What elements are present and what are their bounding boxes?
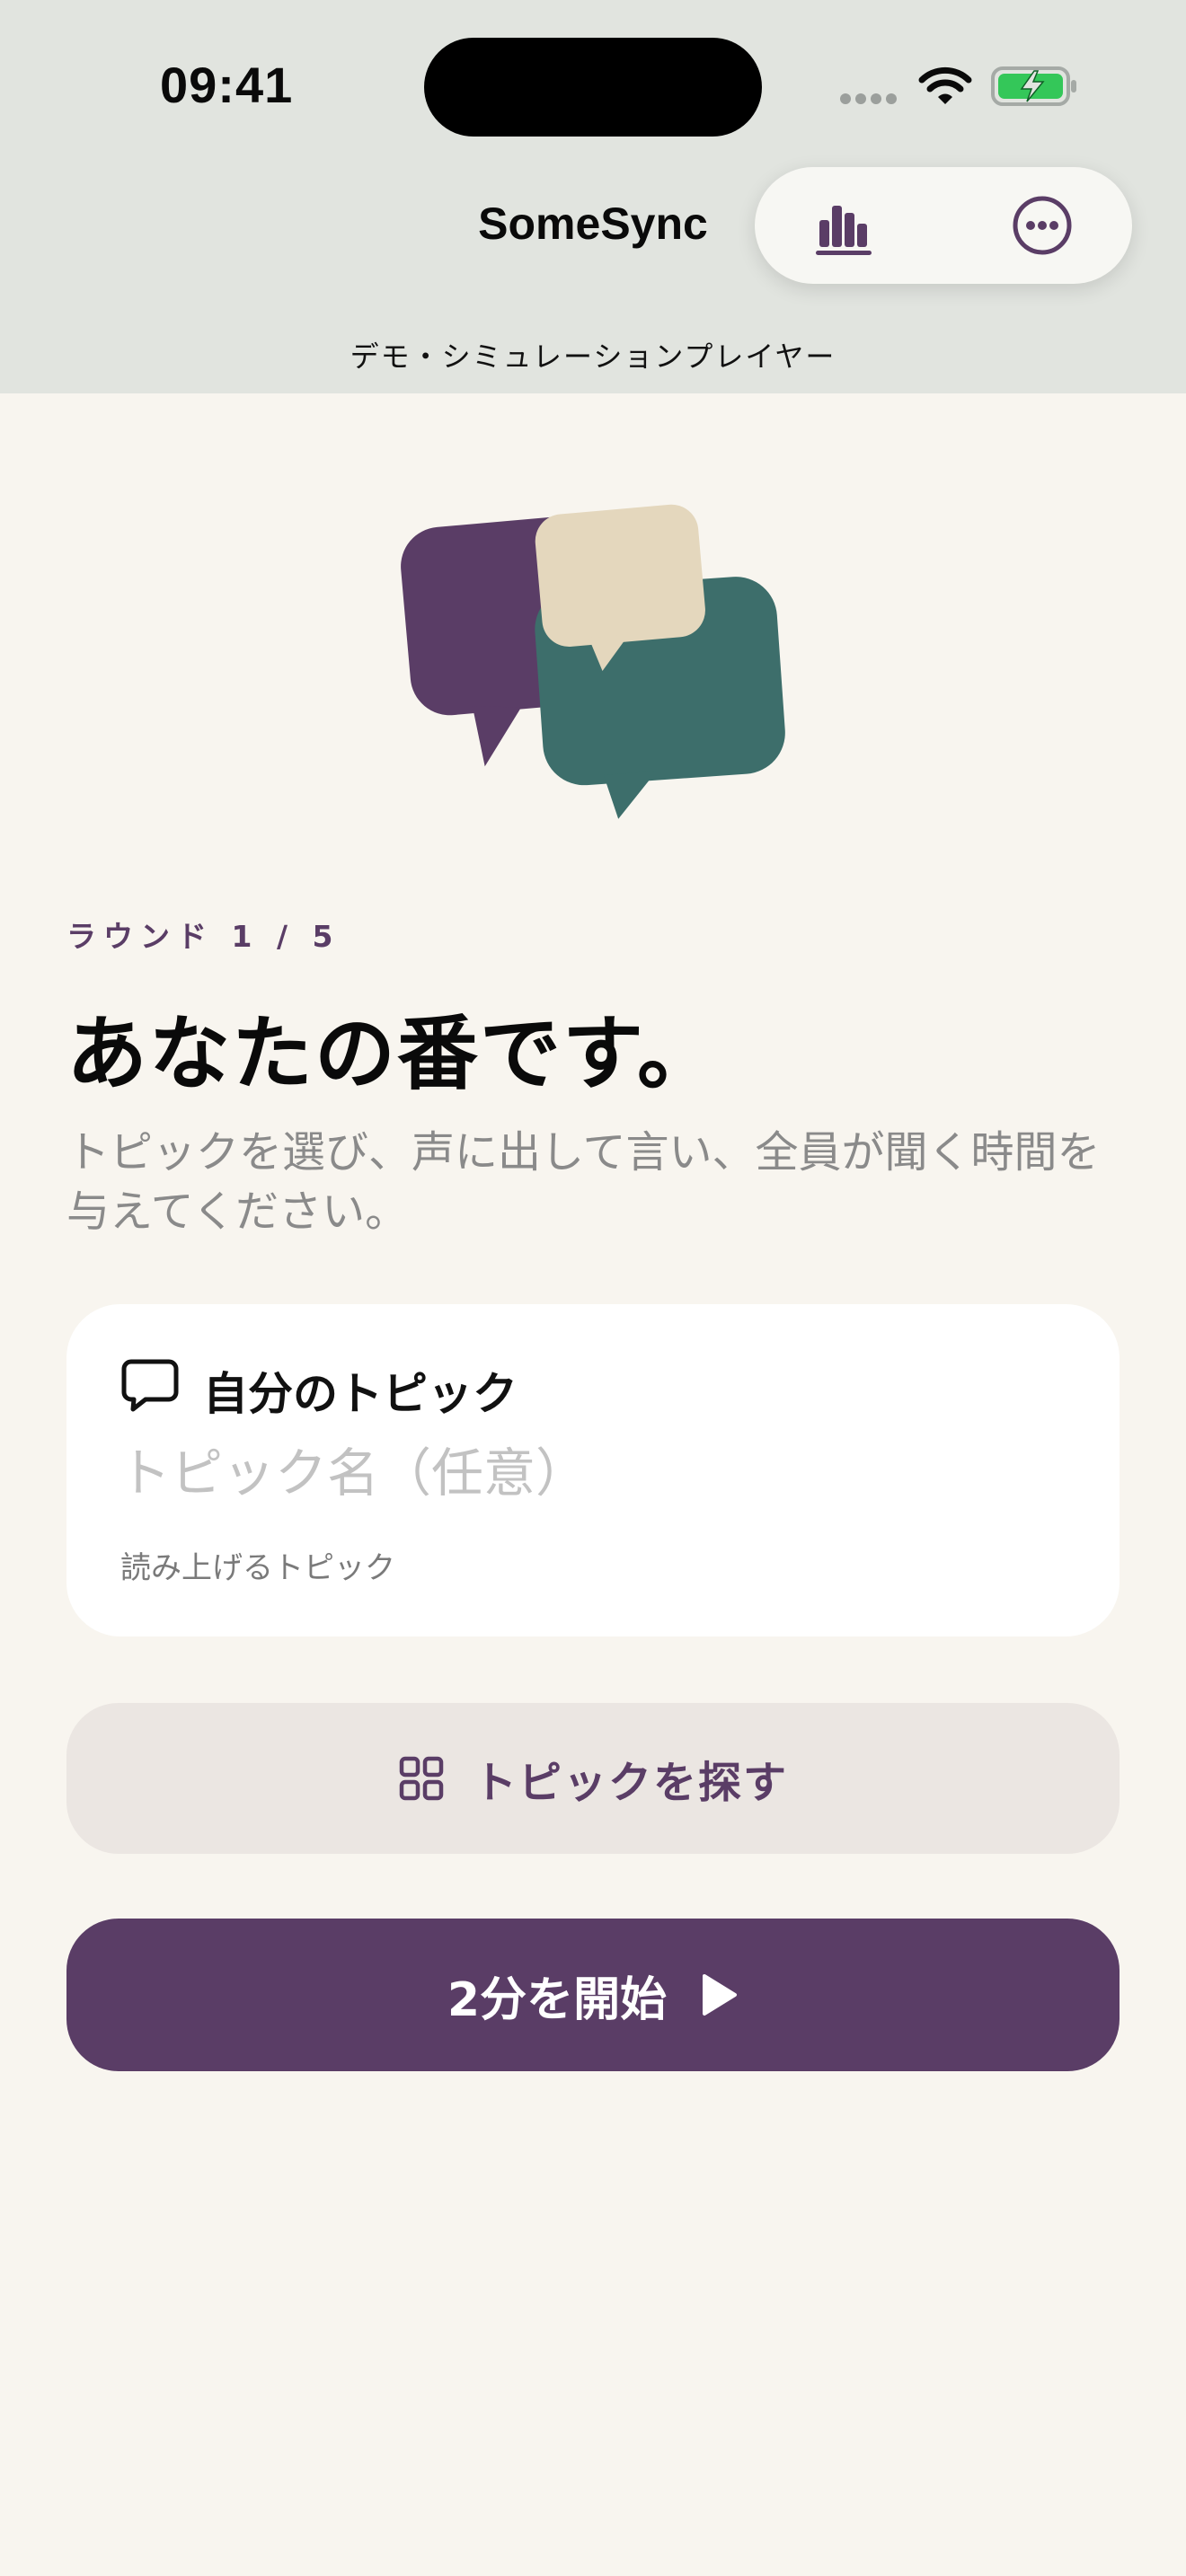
toolbar-pill	[755, 167, 1132, 284]
header-subtitle: デモ・シミュレーションプレイヤー	[350, 340, 836, 374]
start-timer-label: 2分を開始	[447, 1972, 668, 2027]
top-header: 09:41 SomeSync デモ・シミュレーションプレイヤー	[0, 0, 1186, 393]
stats-chart-icon	[816, 206, 872, 255]
battery-charging-icon	[991, 66, 1076, 106]
page-title: あなたの番です。	[66, 1007, 720, 1101]
more-options-icon	[1013, 196, 1072, 255]
start-timer-button[interactable]: 2分を開始	[66, 1919, 1120, 2071]
status-time: 09:41	[160, 57, 294, 113]
topic-name-input[interactable]	[119, 1437, 1053, 1509]
dynamic-island	[424, 38, 762, 137]
topic-helper-text: 読み上げるトピック	[120, 1550, 395, 1586]
more-options-button[interactable]	[1006, 190, 1078, 261]
wifi-icon	[918, 66, 972, 104]
topic-card-label: 自分のトピック	[203, 1368, 518, 1420]
instruction-text: トピックを選び、声に出して言い、全員が聞く時間を与えてください。	[66, 1127, 1101, 1237]
chat-bubbles-illustration	[401, 504, 785, 819]
play-icon	[703, 1974, 738, 2016]
round-label: ラウンド 1 / 5	[66, 919, 341, 954]
stats-button[interactable]	[810, 190, 882, 261]
grid-icon	[399, 1756, 444, 1801]
browse-topics-label: トピックを探す	[473, 1758, 788, 1808]
topic-card: 自分のトピック 読み上げるトピック	[66, 1304, 1120, 1636]
browse-topics-button[interactable]: トピックを探す	[66, 1703, 1120, 1854]
chat-bubble-icon	[121, 1359, 179, 1412]
